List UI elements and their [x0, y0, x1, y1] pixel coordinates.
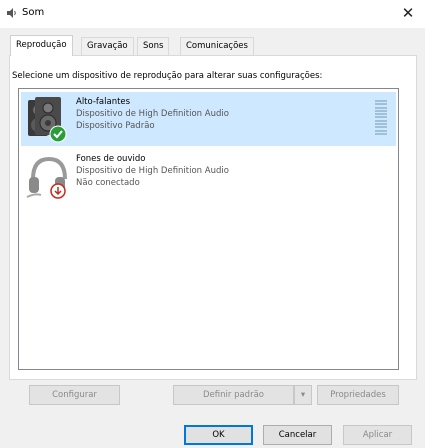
- speakers-icon: [28, 97, 67, 143]
- volume-level-meter: [375, 100, 387, 138]
- check-badge-icon: [49, 125, 67, 143]
- set-default-dropdown-button[interactable]: ▾: [294, 385, 312, 405]
- device-name: Fones de ouvido: [76, 154, 146, 164]
- cancel-button[interactable]: Cancelar: [263, 425, 332, 445]
- device-description: Dispositivo de High Definition Audio: [76, 166, 229, 176]
- device-description: Dispositivo de High Definition Audio: [76, 109, 229, 119]
- device-name: Alto-falantes: [76, 97, 131, 107]
- device-list[interactable]: Alto-falantes Dispositivo de High Defini…: [18, 88, 399, 370]
- device-status: Dispositivo Padrão: [76, 121, 155, 131]
- device-status: Não conectado: [76, 178, 140, 188]
- close-button[interactable]: ✕: [396, 2, 420, 24]
- instruction-text: Selecione um dispositivo de reprodução p…: [12, 71, 323, 81]
- list-item-speakers[interactable]: Alto-falantes Dispositivo de High Defini…: [21, 92, 396, 146]
- tab-recording[interactable]: Gravação: [81, 37, 134, 55]
- window-title: Som: [22, 7, 45, 18]
- tab-communications[interactable]: Comunicações: [180, 37, 254, 55]
- list-item-headphones[interactable]: Fones de ouvido Dispositivo de High Defi…: [21, 149, 396, 203]
- properties-button[interactable]: Propriedades: [317, 385, 399, 405]
- ok-button[interactable]: OK: [184, 425, 253, 445]
- headphones-icon: [26, 156, 67, 199]
- title-bar: Som ✕: [0, 0, 425, 28]
- tab-playback[interactable]: Reprodução: [10, 35, 73, 56]
- configure-button[interactable]: Configurar: [29, 385, 120, 405]
- apply-button[interactable]: Aplicar: [343, 425, 412, 445]
- speaker-icon: [7, 8, 16, 18]
- unplugged-badge-icon: [50, 183, 66, 199]
- tab-sounds[interactable]: Sons: [137, 37, 170, 55]
- set-default-button[interactable]: Definir padrão: [173, 385, 294, 405]
